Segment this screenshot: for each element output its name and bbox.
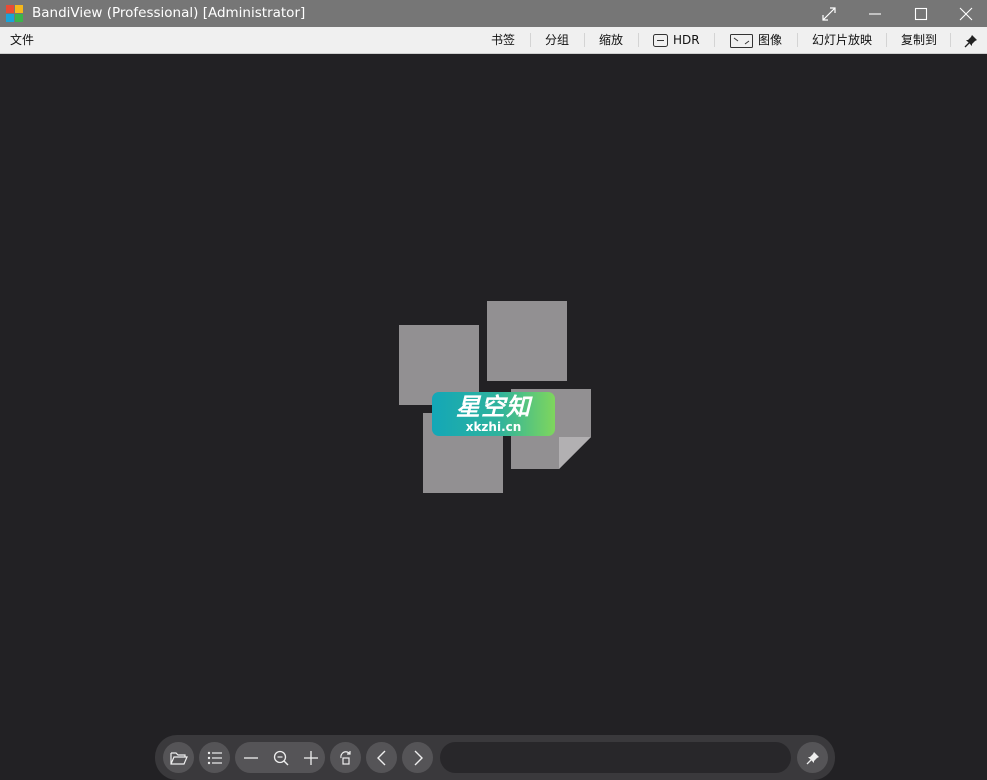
watermark-title: 星空知 <box>456 393 531 421</box>
title-bar: BandiView (Professional) [Administrator] <box>0 0 987 27</box>
menu-hdr[interactable]: HDR <box>653 27 700 53</box>
menu-zoom[interactable]: 缩放 <box>599 27 623 53</box>
filename-field[interactable] <box>440 742 791 773</box>
minimize-button[interactable] <box>852 0 898 27</box>
pin-icon <box>964 34 977 47</box>
menu-copy-to[interactable]: 复制到 <box>901 27 937 53</box>
menu-file[interactable]: 文件 <box>10 27 34 53</box>
next-button[interactable] <box>402 742 433 773</box>
image-resize-icon <box>730 33 753 48</box>
rotate-icon <box>339 750 351 765</box>
hdr-toggle-icon <box>653 34 668 47</box>
pin-icon <box>806 751 819 764</box>
menu-pin[interactable] <box>964 27 978 53</box>
maximize-button[interactable] <box>898 0 944 27</box>
zoom-in-button[interactable] <box>295 742 326 773</box>
zoom-fit-icon <box>273 750 288 765</box>
menu-separator <box>950 33 951 47</box>
next-icon <box>414 750 423 765</box>
menu-separator <box>797 33 798 47</box>
open-folder-icon <box>169 751 188 765</box>
app-logo-icon <box>6 5 23 22</box>
zoom-out-icon <box>243 756 258 759</box>
pin-toolbar-button[interactable] <box>797 742 828 773</box>
zoom-in-icon <box>303 750 318 765</box>
zoom-controls <box>235 742 325 773</box>
menu-slideshow[interactable]: 幻灯片放映 <box>812 27 872 53</box>
rotate-button[interactable] <box>330 742 361 773</box>
menu-bar: 文件 书签 分组 缩放 HDR 图像 幻灯片放映 复制到 <box>0 27 987 54</box>
menu-image-label: 图像 <box>758 33 783 47</box>
list-button[interactable] <box>199 742 230 773</box>
maximize-icon <box>914 7 928 20</box>
close-icon <box>959 7 973 20</box>
menu-group[interactable]: 分组 <box>545 27 569 53</box>
list-icon <box>207 751 222 764</box>
close-button[interactable] <box>943 0 987 27</box>
zoom-out-button[interactable] <box>235 742 266 773</box>
open-folder-button[interactable] <box>163 742 194 773</box>
menu-separator <box>714 33 715 47</box>
menu-hdr-label: HDR <box>673 33 700 47</box>
watermark-subtitle: xkzhi.cn <box>465 420 522 434</box>
fullscreen-icon <box>822 6 836 21</box>
fullscreen-button[interactable] <box>806 0 852 27</box>
menu-separator <box>638 33 639 47</box>
window-title: BandiView (Professional) [Administrator] <box>32 5 306 21</box>
menu-separator <box>886 33 887 47</box>
menu-separator <box>530 33 531 47</box>
previous-icon <box>376 750 385 765</box>
previous-button[interactable] <box>366 742 397 773</box>
menu-separator <box>584 33 585 47</box>
minimize-icon <box>869 12 881 15</box>
watermark-badge: 星空知 xkzhi.cn <box>432 392 555 436</box>
menu-image[interactable]: 图像 <box>730 27 782 53</box>
bottom-toolbar <box>155 735 835 780</box>
placeholder-tile <box>487 301 567 381</box>
menu-bookmark[interactable]: 书签 <box>491 27 515 53</box>
zoom-fit-button[interactable] <box>265 742 296 773</box>
